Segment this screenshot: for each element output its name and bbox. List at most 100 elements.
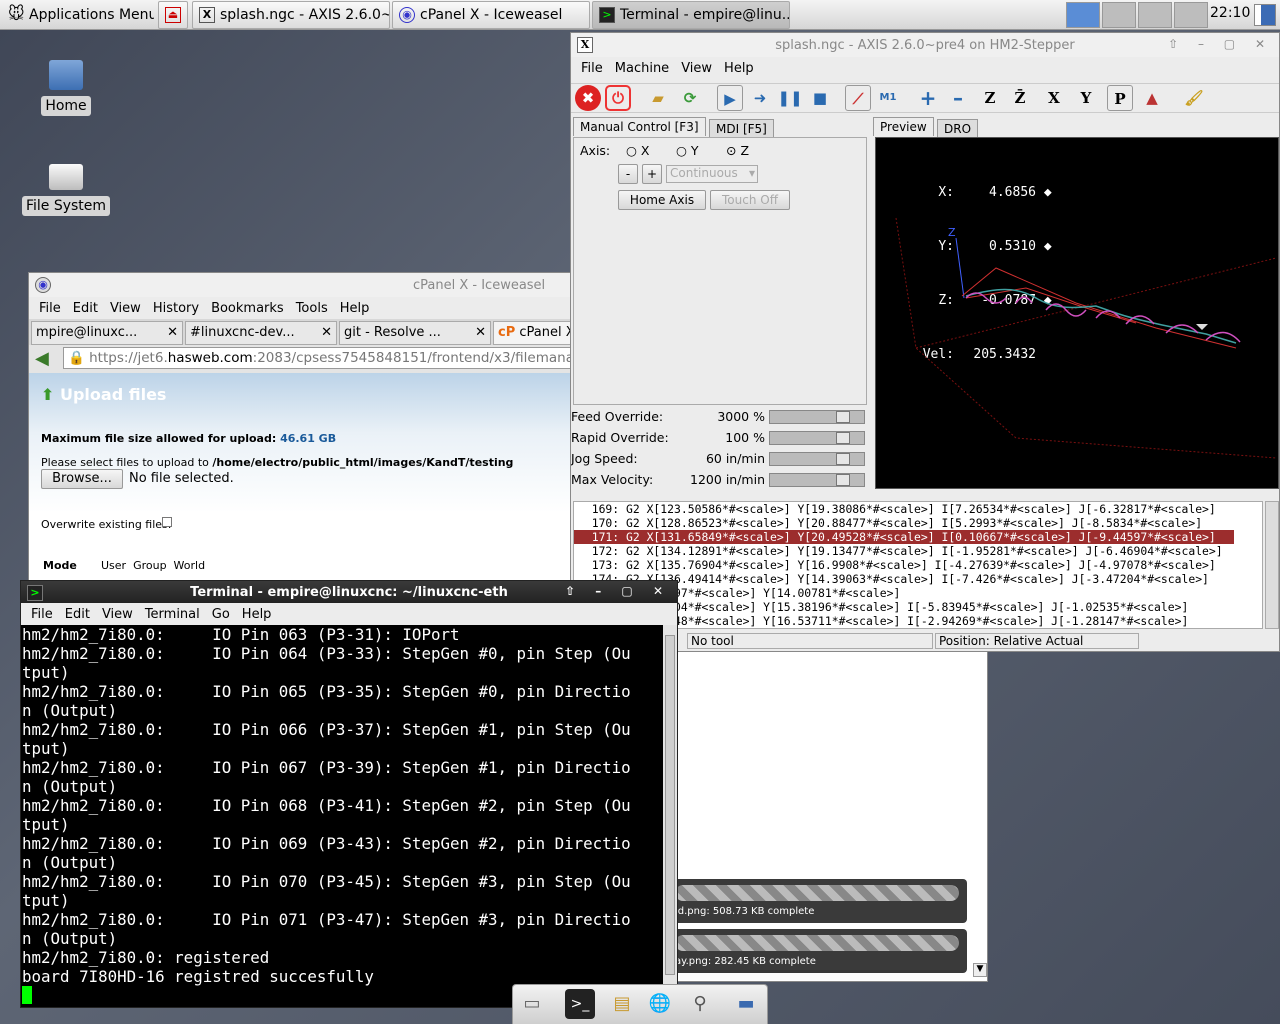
pause-icon[interactable]: ❚❚ xyxy=(777,85,803,111)
chevron-down-icon: ▾ xyxy=(748,166,755,180)
overwrite-checkbox[interactable] xyxy=(162,517,172,527)
touch-off-button[interactable]: Touch Off xyxy=(710,190,790,210)
desktop-filesystem[interactable]: File System xyxy=(21,164,111,216)
view-x-icon[interactable]: X xyxy=(1041,85,1067,111)
logout-button[interactable]: ⏏ xyxy=(158,1,188,29)
menu-history[interactable]: History xyxy=(153,301,199,316)
gcode-line-current[interactable]: 171: G2 X[131.65849*#<scale>] Y[20.49528… xyxy=(574,530,1234,544)
menu-tools[interactable]: Tools xyxy=(296,301,328,316)
jog-plus-button[interactable]: + xyxy=(642,164,662,184)
workspace-4[interactable] xyxy=(1174,2,1208,28)
web-browser-icon[interactable]: 🌐 xyxy=(645,989,675,1019)
term-menu-go[interactable]: Go xyxy=(212,607,230,622)
workspace-1[interactable] xyxy=(1066,2,1100,28)
terminal-icon[interactable]: >_ xyxy=(565,989,595,1019)
view-y-icon[interactable]: Y xyxy=(1073,85,1099,111)
task-terminal[interactable]: > Terminal - empire@linu... xyxy=(592,1,790,29)
axis-menu-machine[interactable]: Machine xyxy=(615,61,669,76)
zoom-in-icon[interactable]: + xyxy=(915,85,941,111)
workspace-3[interactable] xyxy=(1138,2,1172,28)
terminal-titlebar[interactable]: > Terminal - empire@linuxcnc: ~/linuxcnc… xyxy=(21,581,677,603)
optional-stop-icon[interactable]: M1 xyxy=(875,85,901,111)
gcode-line[interactable]: 169: G2 X[123.50586*#<scale>] Y[19.38086… xyxy=(574,502,1234,516)
term-menu-terminal[interactable]: Terminal xyxy=(145,607,200,622)
gcode-line[interactable]: 173: G2 X[135.76904*#<scale>] Y[16.9908*… xyxy=(574,558,1234,572)
clock[interactable]: 22:10 xyxy=(1210,5,1250,21)
url-bar[interactable]: 🔒 https://jet6.hasweb.com:2083/cpsess754… xyxy=(63,347,583,369)
axis-radio-x[interactable]: ○ X xyxy=(626,143,649,158)
terminal-line: tput) xyxy=(22,663,70,682)
term-menu-view[interactable]: View xyxy=(102,607,133,622)
tab-linuxcnc-dev[interactable]: #linuxcnc-dev... ✕ xyxy=(185,321,337,345)
scroll-down-arrow[interactable]: ▼ xyxy=(973,963,987,977)
iceweasel-icon: ◉ xyxy=(35,277,51,293)
folder-icon[interactable]: ▬ xyxy=(731,989,761,1019)
view-z2-icon[interactable]: Z̄ xyxy=(1007,85,1033,111)
close-tab-icon[interactable]: ✕ xyxy=(167,325,178,340)
rotate-view-icon[interactable]: ▲ xyxy=(1139,85,1165,111)
gcode-line[interactable]: 170: G2 X[128.86523*#<scale>] Y[20.88477… xyxy=(574,516,1234,530)
tab-dro[interactable]: DRO xyxy=(937,119,979,138)
tab-preview[interactable]: Preview xyxy=(873,117,934,136)
feed-override-slider[interactable] xyxy=(769,410,865,424)
estop-icon[interactable]: ✖ xyxy=(575,85,601,111)
view-p-icon[interactable]: P xyxy=(1107,85,1133,111)
preview-canvas[interactable]: X: 4.6856 ◆ Y: 0.5310 ◆ Z: -0.0787 ◆ Vel: 20… xyxy=(875,137,1279,489)
tab-manual-control[interactable]: Manual Control [F3] xyxy=(573,117,706,136)
scrollbar-thumb[interactable] xyxy=(665,635,675,975)
browse-button[interactable]: Browse... xyxy=(41,469,123,489)
jog-minus-button[interactable]: - xyxy=(618,164,638,184)
axis-menu-file[interactable]: File xyxy=(581,61,603,76)
menu-view[interactable]: View xyxy=(110,301,141,316)
file-manager-icon[interactable]: ▤ xyxy=(607,989,637,1019)
step-icon[interactable]: ➜ xyxy=(747,85,773,111)
back-arrow-icon[interactable]: ◀ xyxy=(35,348,49,369)
axis-radio-z[interactable]: ⊙ Z xyxy=(726,143,749,158)
term-menu-help[interactable]: Help xyxy=(242,607,272,622)
applications-menu[interactable]: 🐭 Applications Menu xyxy=(2,1,154,29)
rapid-override-slider[interactable] xyxy=(769,431,865,445)
close-tab-icon[interactable]: ✕ xyxy=(321,325,332,340)
gcode-scrollbar[interactable] xyxy=(1265,501,1279,629)
home-axis-button[interactable]: Home Axis xyxy=(618,190,706,210)
jog-speed-slider[interactable] xyxy=(769,452,865,466)
menu-edit[interactable]: Edit xyxy=(73,301,98,316)
stop-icon[interactable]: ■ xyxy=(807,85,833,111)
menu-file[interactable]: File xyxy=(39,301,61,316)
axis-radio-y[interactable]: ○ Y xyxy=(676,143,699,158)
window-controls[interactable]: ⇧ – ▢ ✕ xyxy=(565,584,671,598)
reload-icon[interactable]: ⟳ xyxy=(677,85,703,111)
desktop-home[interactable]: Home xyxy=(21,60,111,116)
drive-icon[interactable]: ▭ xyxy=(517,989,547,1019)
task-iceweasel[interactable]: ◉ cPanel X - Iceweasel xyxy=(392,1,590,29)
search-icon[interactable]: ⚲ xyxy=(685,989,715,1019)
window-controls[interactable]: ⇧ – ▢ ✕ xyxy=(1168,37,1273,51)
clear-plot-icon[interactable]: 🖌 xyxy=(1181,85,1207,111)
tab-git-resolve[interactable]: git - Resolve ... ✕ xyxy=(339,321,491,345)
axis-titlebar[interactable]: X splash.ngc - AXIS 2.6.0~pre4 on HM2-St… xyxy=(571,33,1279,57)
tab-mdi[interactable]: MDI [F5] xyxy=(709,119,774,138)
z-axis-line xyxy=(955,237,965,299)
block-delete-icon[interactable]: ⟋ xyxy=(845,85,871,111)
tab-terminal-page[interactable]: mpire@linuxc... ✕ xyxy=(31,321,183,345)
jog-mode-select[interactable]: Continuous ▾ xyxy=(666,165,758,183)
menu-bookmarks[interactable]: Bookmarks xyxy=(211,301,284,316)
power-icon[interactable]: ⏻ xyxy=(605,85,631,111)
task-axis[interactable]: X splash.ngc - AXIS 2.6.0~... xyxy=(192,1,390,29)
axis-menu-help[interactable]: Help xyxy=(724,61,754,76)
max-velocity-slider[interactable] xyxy=(769,473,865,487)
term-menu-file[interactable]: File xyxy=(31,607,53,622)
zoom-out-icon[interactable]: – xyxy=(945,85,971,111)
run-icon[interactable]: ▶ xyxy=(717,85,743,111)
menu-help[interactable]: Help xyxy=(340,301,370,316)
open-file-icon[interactable]: ▰ xyxy=(645,85,671,111)
view-z-icon[interactable]: Z xyxy=(977,85,1003,111)
workspace-2[interactable] xyxy=(1102,2,1136,28)
close-tab-icon[interactable]: ✕ xyxy=(475,325,486,340)
term-menu-edit[interactable]: Edit xyxy=(65,607,90,622)
terminal-output[interactable]: hm2/hm2_7i80.0: IO Pin 063 (P3-31): IOPo… xyxy=(21,625,663,1007)
upload-progress-2: ay.png: 282.45 KB complete xyxy=(669,929,967,973)
gcode-line[interactable]: 172: G2 X[134.12891*#<scale>] Y[19.13477… xyxy=(574,544,1234,558)
terminal-scrollbar[interactable] xyxy=(663,625,677,1007)
axis-menu-view[interactable]: View xyxy=(681,61,712,76)
